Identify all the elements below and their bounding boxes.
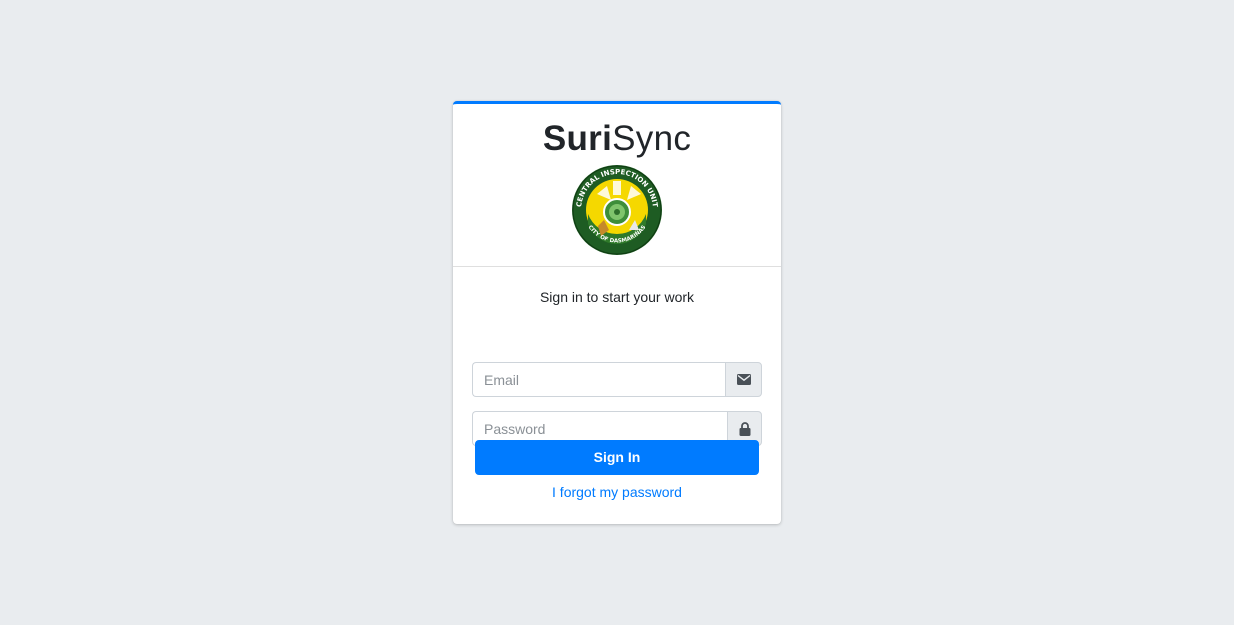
central-inspection-unit-seal-logo: CENTRAL INSPECTION UNIT CITY OF DASMARIÑ… xyxy=(571,164,663,256)
login-card: SuriSync CENTRAL INSPECTION UNIT CITY OF… xyxy=(453,101,781,524)
login-box-message: Sign in to start your work xyxy=(539,289,695,305)
email-addon xyxy=(725,362,762,397)
seal-icon: CENTRAL INSPECTION UNIT CITY OF DASMARIÑ… xyxy=(572,165,662,255)
brand-title-bold: Suri xyxy=(542,119,613,158)
sign-in-button[interactable]: Sign In xyxy=(475,440,759,475)
login-card-header: SuriSync CENTRAL INSPECTION UNIT CITY OF… xyxy=(453,104,781,267)
envelope-icon xyxy=(736,374,751,385)
lock-icon xyxy=(739,421,750,436)
forgot-password-link[interactable]: I forgot my password xyxy=(453,484,781,500)
brand-title-light: Sync xyxy=(612,119,692,158)
email-field[interactable] xyxy=(472,362,725,397)
email-input-group xyxy=(472,362,762,397)
brand-title[interactable]: SuriSync xyxy=(453,118,781,160)
login-card-body: Sign in to start your work xyxy=(453,289,781,446)
